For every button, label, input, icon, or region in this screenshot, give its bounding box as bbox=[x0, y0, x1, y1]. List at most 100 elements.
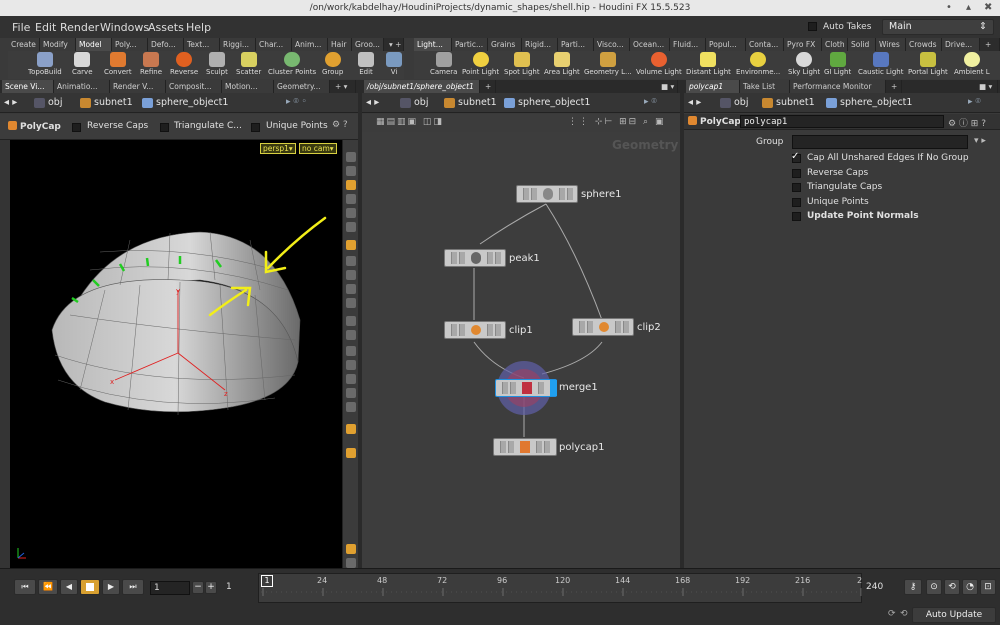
tool-geometry-light[interactable]: Geometry L... bbox=[584, 52, 632, 76]
shelf-tab-container[interactable]: Conta... bbox=[746, 38, 784, 51]
play-button[interactable]: ▶ bbox=[102, 579, 120, 595]
frame-increment-button[interactable]: + bbox=[205, 581, 217, 594]
shelf-tab-rigid[interactable]: Rigid... bbox=[522, 38, 558, 51]
render-region-icon[interactable] bbox=[346, 424, 356, 434]
tool-cluster-points[interactable]: Cluster Points bbox=[268, 52, 316, 76]
tab-scene-view[interactable]: Scene Vi... bbox=[2, 80, 54, 93]
edge-icon[interactable] bbox=[346, 330, 356, 340]
shelf-tab-animation[interactable]: Anim... bbox=[292, 38, 328, 51]
reverse-caps-checkbox[interactable] bbox=[72, 123, 81, 132]
tool-vi[interactable]: Vi bbox=[386, 52, 402, 76]
camera-icon[interactable] bbox=[346, 402, 356, 412]
shelf-tab-lights[interactable]: Light... bbox=[414, 38, 452, 51]
shelf-tab-populate[interactable]: Popul... bbox=[706, 38, 746, 51]
back-forward-icon[interactable]: ◂ ▸ bbox=[4, 97, 17, 108]
menu-help[interactable]: Help bbox=[186, 21, 211, 34]
tool-spot-light[interactable]: Spot Light bbox=[504, 52, 540, 76]
uv-icon[interactable] bbox=[346, 298, 356, 308]
shelf-tab-character[interactable]: Char... bbox=[256, 38, 292, 51]
flipbook-icon[interactable] bbox=[346, 448, 356, 458]
menu-render[interactable]: Render bbox=[60, 21, 99, 34]
normals-icon[interactable] bbox=[346, 270, 356, 280]
jump-end-button[interactable]: ⏭ bbox=[122, 579, 144, 595]
start-frame-field[interactable]: 1 bbox=[226, 582, 232, 592]
jump-start-button[interactable]: ⏮ bbox=[14, 579, 36, 595]
shelf-tab-deform[interactable]: Defo... bbox=[148, 38, 184, 51]
tab-composite[interactable]: Composit... bbox=[166, 80, 222, 93]
tool-area-light[interactable]: Area Light bbox=[544, 52, 580, 76]
shelf-tab-wires[interactable]: Wires bbox=[876, 38, 906, 51]
shelf-tab-hair[interactable]: Hair bbox=[328, 38, 352, 51]
network-crumb-obj[interactable]: obj bbox=[398, 96, 428, 110]
shelf-tab-cloth[interactable]: Cloth bbox=[822, 38, 848, 51]
tab-take-list[interactable]: Take List bbox=[740, 80, 790, 93]
network-add-tab-button[interactable]: + bbox=[482, 80, 496, 93]
triangulate-caps-param-checkbox[interactable] bbox=[792, 183, 801, 192]
maximize-button[interactable]: ▴ bbox=[966, 0, 971, 16]
network-pin-icon[interactable]: ▸ ⌾ bbox=[644, 97, 657, 107]
lighting-icon[interactable] bbox=[346, 194, 356, 204]
shelf-tab-modify[interactable]: Modify bbox=[40, 38, 76, 51]
params-crumb-sphere-object1[interactable]: sphere_object1 bbox=[824, 96, 912, 110]
tab-motion[interactable]: Motion... bbox=[222, 80, 274, 93]
shelf-tab-pyro-fx[interactable]: Pyro FX bbox=[784, 38, 822, 51]
tool-carve[interactable]: Carve bbox=[72, 52, 93, 76]
network-crumb-sphere-object1[interactable]: sphere_object1 bbox=[502, 96, 590, 110]
loop-icon[interactable]: ⟲ bbox=[944, 579, 960, 595]
frame-icon[interactable] bbox=[346, 346, 356, 356]
network-layout-icons[interactable]: ⋮⋮ ⊹⊢ ⊞⊟ ⌕ ▣ bbox=[568, 117, 665, 127]
shelf-tab-crowds[interactable]: Crowds bbox=[906, 38, 942, 51]
tool-sky-light[interactable]: Sky Light bbox=[788, 52, 820, 76]
camera-menu-persp[interactable]: persp1▾ bbox=[260, 143, 296, 154]
visibility-icon[interactable] bbox=[346, 240, 356, 250]
menu-edit[interactable]: Edit bbox=[35, 21, 56, 34]
tool-reverse[interactable]: Reverse bbox=[170, 52, 198, 76]
auto-takes-checkbox[interactable] bbox=[808, 22, 817, 31]
node-clip2[interactable] bbox=[572, 318, 634, 336]
node-clip1[interactable] bbox=[444, 321, 506, 339]
node-sphere1[interactable] bbox=[516, 185, 578, 203]
node-merge1[interactable] bbox=[495, 379, 557, 397]
pane-tab-add-button[interactable]: + ▾ bbox=[332, 80, 356, 93]
params-back-forward-icon[interactable]: ◂ ▸ bbox=[688, 97, 701, 108]
node-name-field[interactable]: polycap1 bbox=[740, 115, 944, 128]
lock-icon[interactable] bbox=[346, 166, 356, 176]
tool-portal-light[interactable]: Portal Light bbox=[908, 52, 948, 76]
current-frame-field[interactable]: 1 bbox=[150, 581, 190, 595]
tab-render-view[interactable]: Render V... bbox=[110, 80, 166, 93]
points-icon[interactable] bbox=[346, 256, 356, 266]
params-pane-menu-button[interactable]: ■ ▾ bbox=[976, 80, 998, 93]
shelf-tab-oceans[interactable]: Ocean... bbox=[630, 38, 670, 51]
shelf-tab-texture[interactable]: Text... bbox=[184, 38, 220, 51]
timeline-slider[interactable]: 1 24 48 72 96 120 144 168 192 216 2 bbox=[258, 573, 862, 603]
display-flag[interactable] bbox=[550, 380, 557, 396]
snap-icon[interactable] bbox=[346, 180, 356, 190]
help-icon[interactable]: ⚙ ? bbox=[332, 120, 348, 130]
group-dropdown-icon[interactable]: ▾ ▸ bbox=[974, 136, 986, 146]
network-pane-menu-button[interactable]: ■ ▾ bbox=[658, 80, 678, 93]
point-display-icon[interactable] bbox=[346, 388, 356, 398]
unique-points-param-checkbox[interactable] bbox=[792, 198, 801, 207]
shelf-tab-rigging[interactable]: Riggi... bbox=[220, 38, 256, 51]
update-mode-icon[interactable]: ⟳ bbox=[888, 609, 896, 619]
display-icon[interactable] bbox=[346, 152, 356, 162]
shelf-tab-particle-fluids[interactable]: Parti... bbox=[558, 38, 594, 51]
params-add-tab-button[interactable]: + bbox=[888, 80, 902, 93]
tool-environment-light[interactable]: Environme... bbox=[736, 52, 780, 76]
shading-icon[interactable] bbox=[346, 222, 356, 232]
tool-point-light[interactable]: Point Light bbox=[462, 52, 499, 76]
minimize-button[interactable]: • bbox=[946, 0, 952, 16]
crumb-subnet1[interactable]: subnet1 bbox=[78, 96, 133, 110]
crumb-sphere-object1[interactable]: sphere_object1 bbox=[140, 96, 228, 110]
shelf-tab-drive[interactable]: Drive... bbox=[942, 38, 980, 51]
network-crumb-subnet1[interactable]: subnet1 bbox=[442, 96, 497, 110]
realtime-icon[interactable]: ◔ bbox=[962, 579, 978, 595]
shelf-tab-viscous[interactable]: Visco... bbox=[594, 38, 630, 51]
step-back-button[interactable]: ⏪ bbox=[38, 579, 58, 595]
node-peak1[interactable] bbox=[444, 249, 506, 267]
network-back-forward-icon[interactable]: ◂ ▸ bbox=[366, 97, 379, 108]
unique-points-checkbox[interactable] bbox=[251, 123, 260, 132]
close-button[interactable]: ✖ bbox=[984, 0, 992, 16]
tool-group[interactable]: Group bbox=[322, 52, 343, 76]
pin-icon[interactable]: ▸ ⌾ ◦ bbox=[286, 97, 307, 107]
